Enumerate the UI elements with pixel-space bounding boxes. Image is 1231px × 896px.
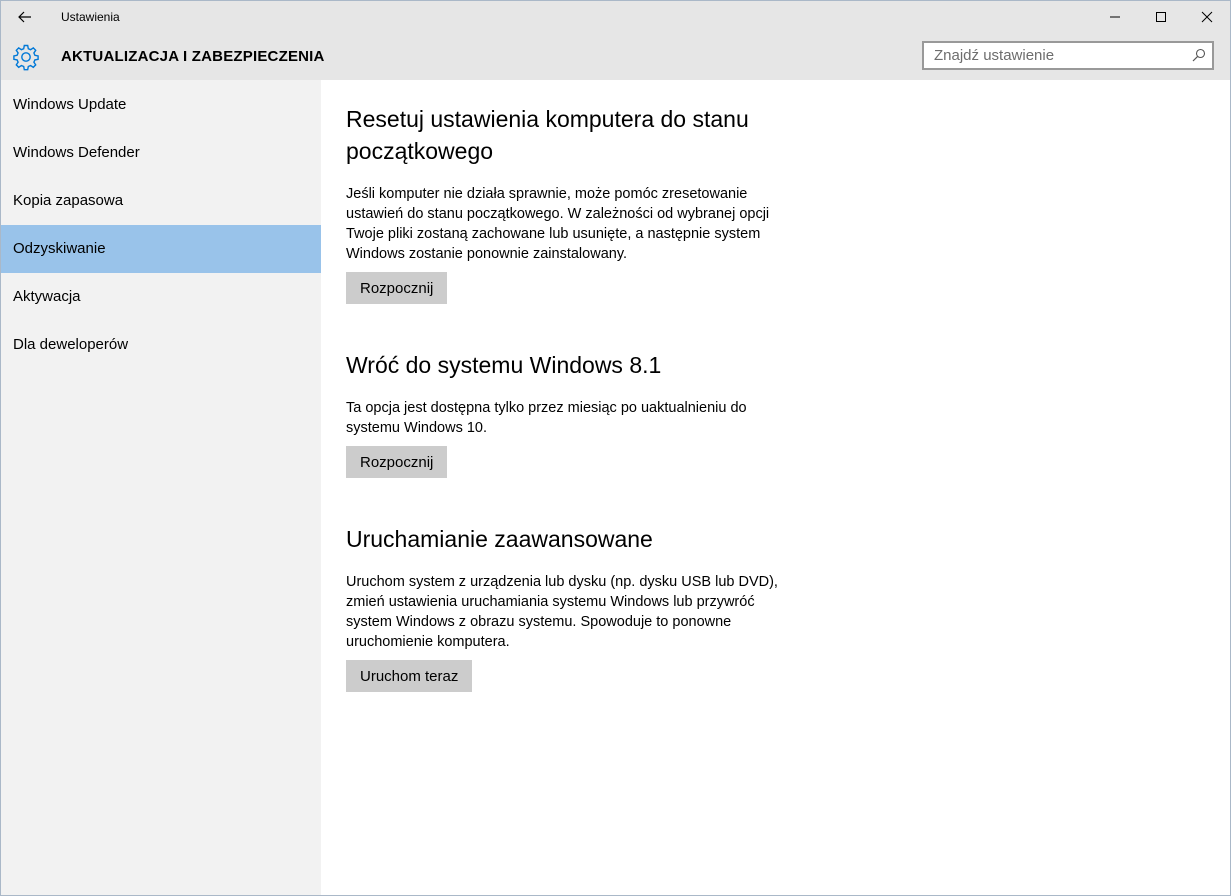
advanced-desc-line3: system Windows z obrazu systemu. Spowodu… [346,614,732,630]
page-header: AKTUALIZACJA I ZABEZPIECZENIA [1,33,1230,80]
reset-heading-line1: Resetuj ustawienia komputera do stanu [346,106,749,132]
advanced-startup-description: Uruchom system z urządzenia lub dysku (n… [346,572,796,652]
reset-description: Jeśli komputer nie działa sprawnie, może… [346,184,796,264]
reset-desc-line3: Twoje pliki zostaną zachowane lub usunię… [346,226,761,242]
sidebar-item-developers[interactable]: Dla deweloperów [1,321,321,369]
advanced-startup-heading: Uruchamianie zaawansowane [346,526,653,552]
sidebar-item-backup[interactable]: Kopia zapasowa [1,177,321,225]
search-input[interactable] [924,43,1184,68]
sidebar-item-windows-update[interactable]: Windows Update [1,81,321,129]
section-title: AKTUALIZACJA I ZABEZPIECZENIA [61,48,325,65]
main-content: Resetuj ustawienia komputera do stanu po… [321,80,1230,895]
sidebar: Windows Update Windows Defender Kopia za… [1,80,321,895]
back-arrow-icon [18,11,31,23]
sidebar-item-recovery[interactable]: Odzyskiwanie [1,225,321,273]
reset-start-button[interactable]: Rozpocznij [346,272,448,304]
reset-desc-line1: Jeśli komputer nie działa sprawnie, może… [346,186,748,202]
advanced-desc-line1: Uruchom system z urządzenia lub dysku (n… [346,574,778,590]
sidebar-item-activation[interactable]: Aktywacja [1,273,321,321]
maximize-button[interactable] [1138,1,1184,33]
gear-icon [13,44,39,71]
maximize-icon [1156,12,1166,22]
search-box[interactable] [922,41,1214,70]
close-icon [1201,11,1213,23]
title-bar: Ustawienia [1,1,1230,33]
back-button[interactable] [7,1,43,33]
reset-desc-line2: ustawień do stanu początkowego. W zależn… [346,206,770,222]
restart-now-button[interactable]: Uruchom teraz [346,660,473,692]
close-button[interactable] [1184,1,1230,33]
rollback-heading: Wróć do systemu Windows 8.1 [346,352,662,378]
reset-heading-line2: początkowego [346,138,494,164]
settings-window: Ustawienia AKTUALIZACJA I ZABEZPIECZENIA [0,0,1231,896]
minimize-icon [1110,16,1120,18]
reset-desc-line4: Windows zostanie ponownie zainstalowany. [346,246,628,262]
window-title: Ustawienia [61,10,120,24]
rollback-description: Ta opcja jest dostępna tylko przez miesi… [346,398,796,438]
search-icon[interactable] [1192,48,1206,62]
rollback-start-button[interactable]: Rozpocznij [346,446,448,478]
reset-heading: Resetuj ustawienia komputera do stanu po… [346,103,786,167]
advanced-desc-line2: zmień ustawienia uruchamiania systemu Wi… [346,594,755,610]
sidebar-item-windows-defender[interactable]: Windows Defender [1,129,321,177]
advanced-desc-line4: uruchomienie komputera. [346,634,510,650]
rollback-desc-line2: systemu Windows 10. [346,420,488,436]
minimize-button[interactable] [1092,1,1138,33]
rollback-desc-line1: Ta opcja jest dostępna tylko przez miesi… [346,400,747,416]
